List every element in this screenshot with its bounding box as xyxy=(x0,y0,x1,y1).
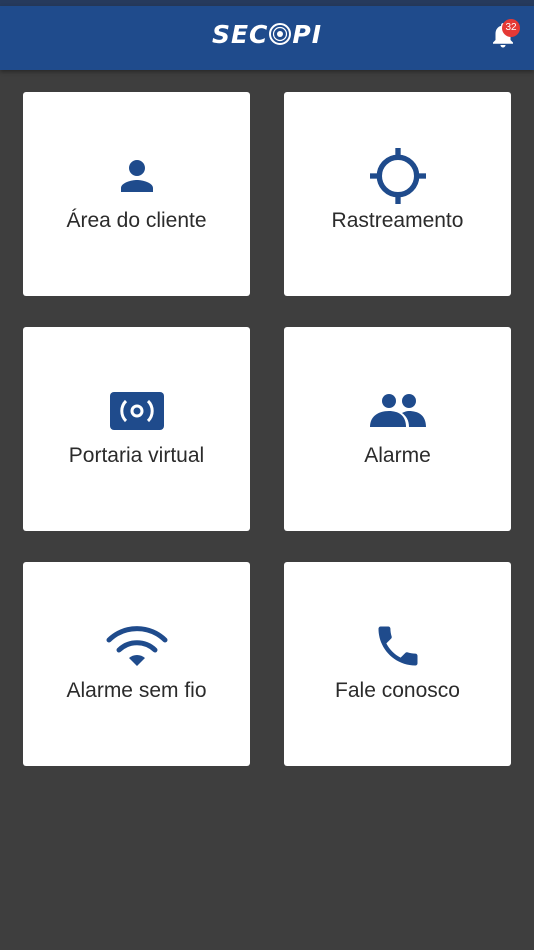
tile-label: Portaria virtual xyxy=(68,444,205,467)
wifi-icon xyxy=(106,626,167,666)
tile-label: Fale conosco xyxy=(335,679,460,702)
crosshair-icon xyxy=(369,148,426,204)
tile-label: Rastreamento xyxy=(331,209,464,232)
tile-label: Área do cliente xyxy=(66,209,207,232)
tile-portaria-virtual[interactable]: Portaria virtual xyxy=(23,327,250,531)
seal-icon xyxy=(269,23,292,45)
tile-label: Alarme sem fio xyxy=(66,679,207,702)
app-logo: SEC PI xyxy=(0,6,534,62)
tile-area-do-cliente[interactable]: Área do cliente xyxy=(23,92,250,296)
logo-text-right: PI xyxy=(292,19,323,49)
person-icon xyxy=(120,160,153,192)
tile-fale-conosco[interactable]: Fale conosco xyxy=(284,562,511,766)
notification-badge: 32 xyxy=(502,19,520,37)
camera-sensor-icon xyxy=(109,392,164,430)
tile-alarme[interactable]: Alarme xyxy=(284,327,511,531)
tile-label: Alarme xyxy=(364,444,431,467)
phone-icon xyxy=(378,626,417,666)
app-header: SEC PI 32 xyxy=(0,6,534,70)
people-icon xyxy=(369,394,426,427)
logo-text-left: SEC xyxy=(211,19,269,49)
tile-rastreamento[interactable]: Rastreamento xyxy=(284,92,511,296)
tile-alarme-sem-fio[interactable]: Alarme sem fio xyxy=(23,562,250,766)
